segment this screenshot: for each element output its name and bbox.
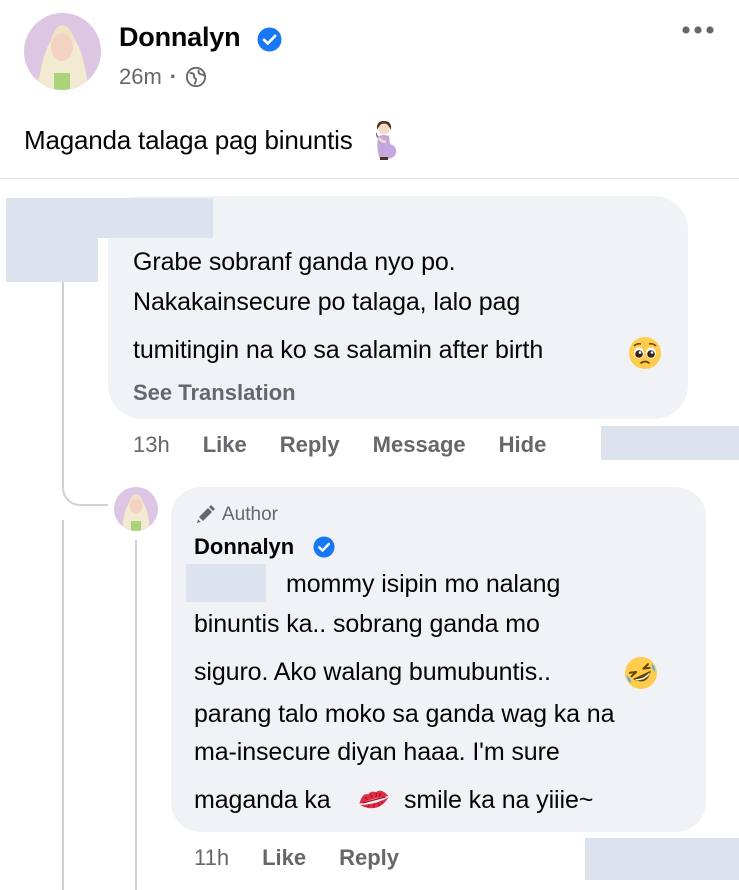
rofl-emoji <box>625 657 657 689</box>
redacted-action <box>585 838 739 880</box>
reply-text-line: binuntis ka.. sobrang ganda mo <box>194 610 540 638</box>
post-body: Maganda talaga pag binuntis <box>24 120 401 160</box>
redacted-action <box>601 426 739 460</box>
reply-timestamp[interactable]: 11h <box>194 845 229 871</box>
comment-message-button[interactable]: Message <box>373 432 466 458</box>
reply-author-avatar[interactable] <box>114 487 158 531</box>
comment-actions: 13h Like Reply Message Hide <box>133 432 546 458</box>
post-divider <box>0 178 739 179</box>
comment-like-button[interactable]: Like <box>203 432 247 458</box>
author-avatar[interactable] <box>24 13 101 90</box>
globe-icon <box>186 66 207 88</box>
post-author-name[interactable]: Donnalyn <box>119 22 241 53</box>
reply-actions: 11h Like Reply <box>194 845 399 871</box>
comment-text-line: Grabe sobranf ganda nyo po. <box>133 248 456 276</box>
verified-badge-icon <box>313 536 335 558</box>
reply-like-button[interactable]: Like <box>262 845 306 871</box>
post-text: Maganda talaga pag binuntis <box>24 124 353 155</box>
comment-timestamp[interactable]: 13h <box>133 432 170 458</box>
reply-text-line: ma-insecure diyan haaa. I'm sure <box>194 738 560 766</box>
author-badge-label: Author <box>222 504 278 525</box>
post-timestamp[interactable]: 26m <box>119 64 162 90</box>
thread-line-lower <box>62 520 64 890</box>
pen-icon <box>197 505 215 523</box>
kiss-mark-emoji <box>359 790 389 809</box>
post-header: Donnalyn 26m · <box>0 0 739 110</box>
post-meta: 26m · <box>119 64 207 90</box>
more-options-icon[interactable] <box>681 20 715 40</box>
redacted-commenter-name <box>108 198 213 238</box>
verified-badge-icon <box>257 27 282 52</box>
redacted-commenter-avatar-lower <box>6 236 98 282</box>
comment-hide-button[interactable]: Hide <box>499 432 547 458</box>
reply-author-name[interactable]: Donnalyn <box>194 534 294 560</box>
reply-text-line: smile ka na yiiie~ <box>404 786 594 814</box>
pregnant-woman-emoji <box>375 121 396 160</box>
pleading-face-emoji <box>629 337 661 369</box>
reply-thread-line <box>135 540 137 890</box>
comment-text-line: Nakakainsecure po talaga, lalo pag <box>133 288 521 316</box>
reply-text-line: parang talo moko sa ganda wag ka na <box>194 700 615 728</box>
thread-line <box>62 278 64 480</box>
thread-connector <box>62 480 108 506</box>
see-translation-link[interactable]: See Translation <box>133 380 296 406</box>
comment-reply-button[interactable]: Reply <box>280 432 340 458</box>
reply-reply-button[interactable]: Reply <box>339 845 399 871</box>
comment-text-line: tumitingin na ko sa salamin after birth <box>133 336 544 364</box>
reply-text-line: maganda ka <box>194 786 331 814</box>
redacted-mention <box>186 564 266 602</box>
author-badge: Author <box>194 504 278 526</box>
meta-separator: · <box>169 64 178 89</box>
reply-text-line: siguro. Ako walang bumubuntis.. <box>194 658 551 686</box>
reply-text-line: mommy isipin mo nalang <box>286 570 561 598</box>
